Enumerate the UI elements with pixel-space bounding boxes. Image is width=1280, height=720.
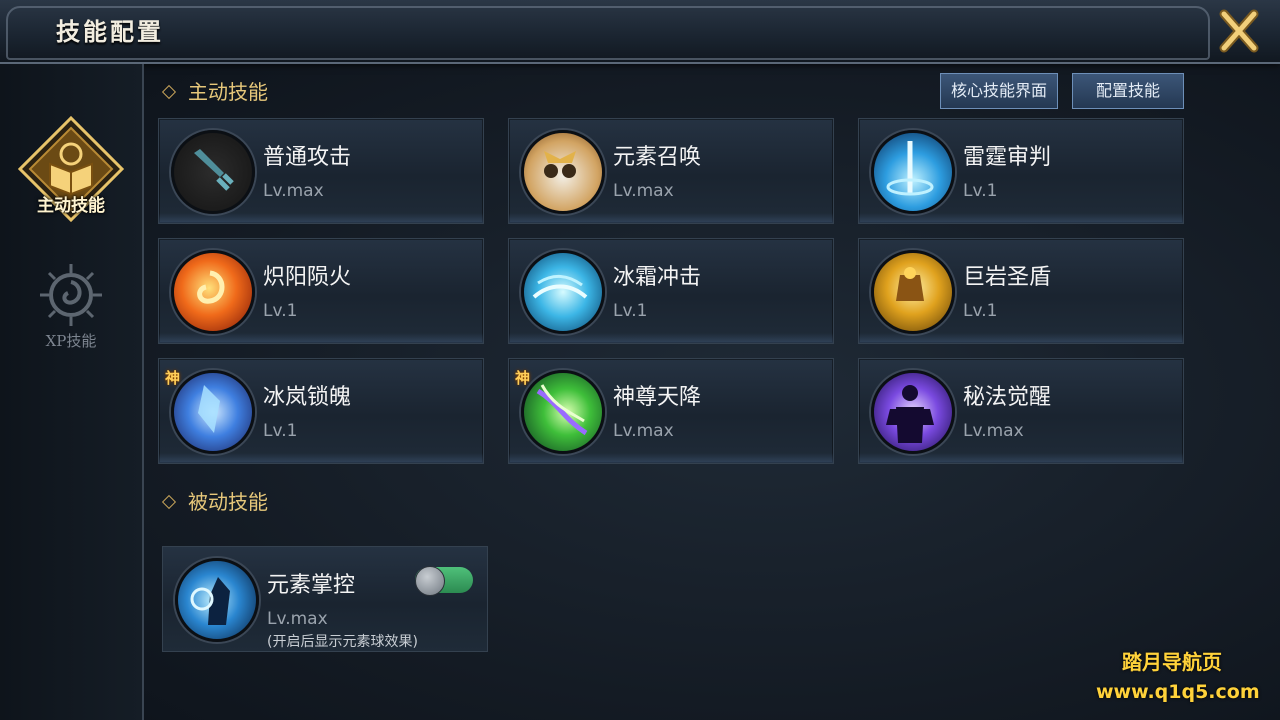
- watermark-url: www.q1q5.com: [1096, 681, 1260, 703]
- title-bar: 技能配置: [0, 0, 1280, 64]
- skill-name: 巨岩圣盾: [963, 265, 1052, 290]
- skill-level: Lv.max: [263, 181, 324, 201]
- owl-summon-icon: [521, 130, 605, 214]
- skill-card[interactable]: 巨岩圣盾 Lv.1: [858, 238, 1184, 344]
- skill-level: Lv.1: [613, 301, 648, 321]
- spiral-emblem-icon: [40, 264, 102, 326]
- skill-name: 元素掌控: [267, 573, 356, 598]
- passive-skills-header: 被动技能: [161, 486, 268, 515]
- toggle-knob: [415, 566, 445, 596]
- passive-note: (开启后显示元素球效果): [267, 634, 418, 650]
- window-title: 技能配置: [56, 17, 164, 46]
- skill-name: 冰霜冲击: [613, 265, 702, 290]
- watermark-title: 踏月导航页: [1122, 650, 1222, 674]
- skill-card[interactable]: 神 冰岚锁魄 Lv.1: [158, 358, 484, 464]
- skill-name: 普通攻击: [263, 145, 352, 170]
- skill-card[interactable]: 神 神尊天降 Lv.max: [508, 358, 834, 464]
- skill-level: Lv.max: [613, 181, 674, 201]
- tab-label: 主动技能: [37, 196, 105, 216]
- close-button[interactable]: [1214, 8, 1264, 54]
- god-badge: 神: [515, 369, 531, 387]
- element-mage-icon: [175, 558, 259, 642]
- skill-card[interactable]: 炽阳陨火 Lv.1: [158, 238, 484, 344]
- element-effect-toggle[interactable]: [415, 566, 473, 596]
- skill-level: Lv.max: [963, 421, 1024, 441]
- section-title: 主动技能: [188, 80, 268, 104]
- diamond-icon: [161, 84, 177, 99]
- arcane-figure-icon: [871, 370, 955, 454]
- close-x-icon: [1219, 9, 1259, 53]
- skill-card[interactable]: 秘法觉醒 Lv.max: [858, 358, 1184, 464]
- passive-skill-card: 元素掌控 Lv.max (开启后显示元素球效果): [162, 546, 488, 652]
- god-badge: 神: [165, 369, 181, 387]
- tab-xp-skills[interactable]: XP技能: [0, 262, 142, 352]
- tab-active-skills[interactable]: 主动技能: [0, 116, 142, 226]
- core-skills-button[interactable]: 核心技能界面: [940, 73, 1058, 109]
- rock-shield-icon: [871, 250, 955, 334]
- green-vortex-icon: [521, 370, 605, 454]
- skill-card[interactable]: 雷霆审判 Lv.1: [858, 118, 1184, 224]
- section-title: 被动技能: [188, 490, 268, 514]
- active-skills-header: 主动技能: [161, 76, 268, 105]
- fire-swirl-icon: [171, 250, 255, 334]
- sword-icon: [171, 130, 255, 214]
- ice-crystal-icon: [171, 370, 255, 454]
- skill-name: 秘法觉醒: [963, 385, 1052, 410]
- tab-label: XP技能: [45, 332, 97, 350]
- skill-card[interactable]: 冰霜冲击 Lv.1: [508, 238, 834, 344]
- configure-skills-button[interactable]: 配置技能: [1072, 73, 1184, 109]
- skill-card[interactable]: 普通攻击 Lv.max: [158, 118, 484, 224]
- skill-level: Lv.1: [263, 421, 298, 441]
- skill-level: Lv.max: [267, 609, 328, 629]
- thunder-icon: [871, 130, 955, 214]
- skill-level: Lv.1: [963, 301, 998, 321]
- skill-name: 雷霆审判: [963, 145, 1052, 170]
- frost-burst-icon: [521, 250, 605, 334]
- diamond-icon: [161, 494, 177, 509]
- skill-card[interactable]: 元素召唤 Lv.max: [508, 118, 834, 224]
- skill-level: Lv.max: [613, 421, 674, 441]
- skill-level: Lv.1: [263, 301, 298, 321]
- skill-name: 神尊天降: [613, 385, 702, 410]
- skill-name: 冰岚锁魄: [263, 385, 352, 410]
- sidebar: 主动技能 XP技能: [0, 64, 144, 720]
- skill-name: 炽阳陨火: [263, 265, 352, 290]
- skill-name: 元素召唤: [613, 145, 702, 170]
- skill-level: Lv.1: [963, 181, 998, 201]
